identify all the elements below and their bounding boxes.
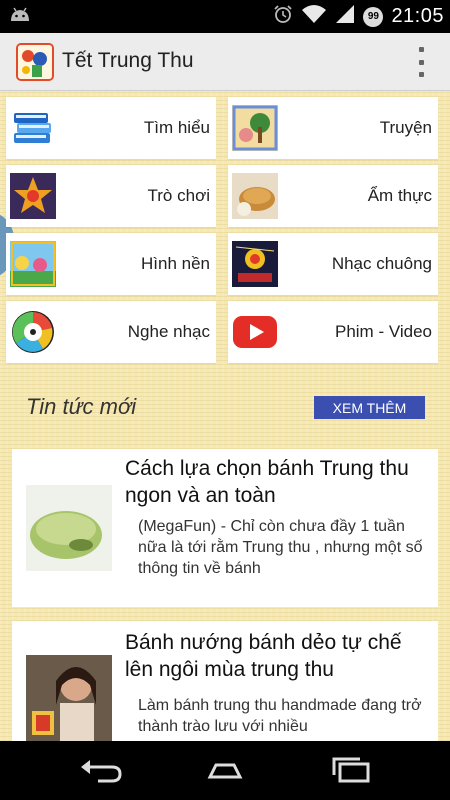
recents-icon[interactable]	[328, 755, 374, 785]
news-card[interactable]: Cách lựa chọn bánh Trung thu ngon và an …	[12, 449, 438, 607]
menu-tile-hinh-nen[interactable]: Hình nền	[6, 233, 216, 295]
ringtone-icon	[232, 241, 278, 287]
menu-tile-label: Truyện	[379, 118, 432, 137]
home-icon[interactable]	[202, 755, 248, 785]
books-icon	[10, 105, 56, 151]
menu-tile-label: Tìm hiểu	[143, 118, 210, 137]
clock: 21:05	[391, 5, 444, 27]
menu-tile-nghe-nhac[interactable]: Nghe nhạc	[6, 301, 216, 363]
article-title: Bánh nướng bánh dẻo tự chế lên ngôi mùa …	[125, 631, 402, 681]
menu-tile-tro-choi[interactable]: Trò chơi	[6, 165, 216, 227]
article-summary: (MegaFun) - Chỉ còn chưa đầy 1 tuần nữa …	[138, 518, 423, 577]
menu-tile-label: Nhạc chuông	[331, 254, 432, 273]
menu-tile-phim-video[interactable]: Phim - Video	[228, 301, 438, 363]
mooncake-icon	[232, 173, 278, 219]
overflow-menu-icon[interactable]	[414, 47, 428, 77]
main-content: Tìm hiểu Truyện Trò chơi Ẩm thực Hình nề…	[0, 91, 450, 741]
see-more-button[interactable]: XEM THÊM	[314, 396, 425, 419]
menu-tile-am-thuc[interactable]: Ẩm thực	[228, 165, 438, 227]
article-summary: Làm bánh trung thu handmade đang trở thà…	[138, 697, 422, 735]
android-icon	[8, 5, 32, 28]
menu-tile-label: Hình nền	[141, 254, 210, 273]
signal-icon	[335, 4, 355, 29]
app-logo-icon[interactable]	[16, 43, 54, 81]
youtube-play-icon	[232, 309, 278, 355]
news-card[interactable]: Bánh nướng bánh dẻo tự chế lên ngôi mùa …	[12, 621, 438, 741]
menu-tile-label: Trò chơi	[147, 186, 210, 205]
alarm-icon	[273, 4, 293, 29]
story-icon	[232, 105, 278, 151]
lantern-icon	[10, 173, 56, 219]
news-section-title: Tin tức mới	[26, 394, 137, 419]
app-title: Tết Trung Thu	[62, 49, 194, 72]
navigation-bar	[0, 741, 450, 800]
action-bar: Tết Trung Thu	[0, 33, 450, 91]
article-thumbnail	[26, 655, 112, 741]
menu-tile-label: Nghe nhạc	[127, 322, 210, 341]
article-title: Cách lựa chọn bánh Trung thu ngon và an …	[125, 457, 409, 507]
wallpaper-icon	[10, 241, 56, 287]
menu-tile-truyen[interactable]: Truyện	[228, 97, 438, 159]
back-icon[interactable]	[78, 755, 124, 785]
menu-tile-label: Phim - Video	[334, 322, 432, 341]
status-bar: 99 21:05	[0, 0, 450, 33]
wifi-icon	[301, 4, 327, 29]
battery-badge: 99	[363, 6, 384, 27]
article-thumbnail	[26, 485, 112, 571]
menu-tile-nhac-chuong[interactable]: Nhạc chuông	[228, 233, 438, 295]
music-disc-icon	[10, 309, 56, 355]
menu-tile-tim-hieu[interactable]: Tìm hiểu	[6, 97, 216, 159]
menu-tile-label: Ẩm thực	[367, 186, 432, 205]
